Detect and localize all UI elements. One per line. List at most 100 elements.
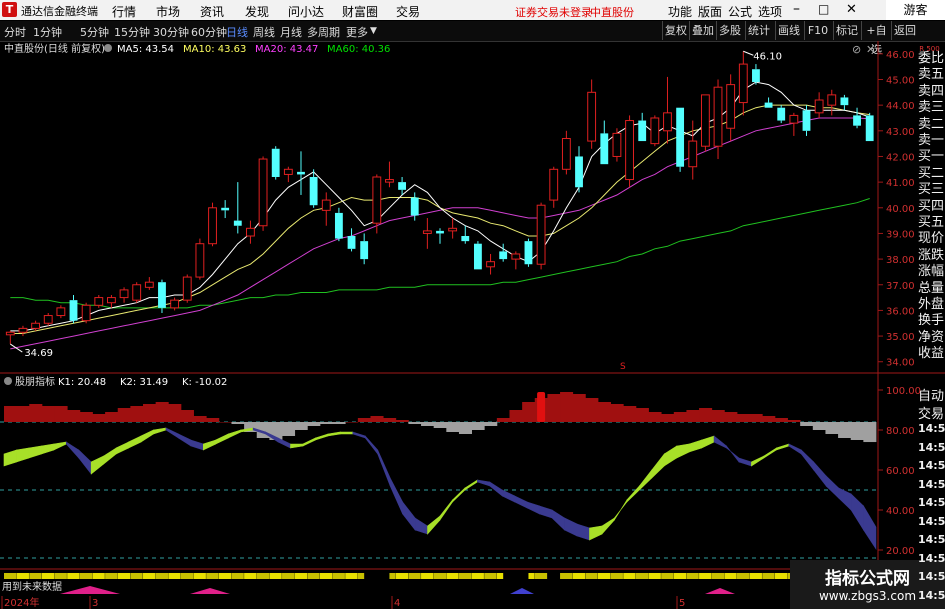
- close-icon[interactable]: ✕: [846, 2, 857, 17]
- candle[interactable]: [865, 112, 874, 142]
- candle[interactable]: [789, 112, 799, 136]
- candle[interactable]: [752, 64, 760, 85]
- f10-button[interactable]: F10: [804, 21, 831, 40]
- candle[interactable]: [448, 218, 458, 239]
- auto-trade-label[interactable]: 自动: [918, 385, 944, 404]
- candle[interactable]: [840, 94, 849, 111]
- candle[interactable]: [650, 115, 660, 147]
- menu-item-market[interactable]: 市场: [156, 3, 180, 20]
- candle[interactable]: [132, 282, 142, 303]
- overlay-button[interactable]: 叠加: [689, 21, 716, 40]
- candle[interactable]: [297, 151, 305, 195]
- mark-button[interactable]: 标记: [833, 21, 860, 40]
- candle[interactable]: [663, 76, 672, 144]
- period-weekly[interactable]: 周线: [253, 24, 275, 40]
- candle[interactable]: [81, 302, 91, 324]
- candle[interactable]: [638, 112, 647, 142]
- candle[interactable]: [94, 295, 104, 308]
- candle[interactable]: [410, 192, 419, 221]
- candle[interactable]: [372, 174, 382, 234]
- candle[interactable]: [69, 295, 78, 324]
- menu-item-discover[interactable]: 发现: [245, 3, 269, 20]
- candle[interactable]: [398, 176, 407, 195]
- candle[interactable]: [473, 241, 482, 270]
- candle[interactable]: [625, 115, 634, 188]
- candle[interactable]: [158, 279, 166, 313]
- candle[interactable]: [802, 105, 811, 136]
- menu-item-trade[interactable]: 交易: [396, 3, 420, 20]
- candle[interactable]: [561, 130, 571, 175]
- candle[interactable]: [144, 277, 154, 290]
- period-30min[interactable]: 30分钟: [153, 24, 189, 40]
- multi-stock-button[interactable]: 多股: [716, 21, 743, 40]
- candle[interactable]: [575, 146, 583, 193]
- candle[interactable]: [107, 295, 116, 308]
- period-daily[interactable]: 日线: [226, 24, 248, 40]
- menu-item-layout[interactable]: 版面: [698, 3, 722, 20]
- candle[interactable]: [119, 287, 129, 303]
- candle[interactable]: [360, 233, 369, 265]
- menu-item-function[interactable]: 功能: [668, 3, 692, 20]
- candle[interactable]: [18, 325, 28, 337]
- period-15min[interactable]: 15分钟: [114, 24, 150, 40]
- candle[interactable]: [511, 251, 521, 270]
- candle[interactable]: [271, 146, 280, 180]
- add-watchlist-button[interactable]: +自选: [861, 21, 891, 56]
- candle[interactable]: [321, 192, 331, 226]
- candle[interactable]: [436, 228, 444, 244]
- indicator-settings-icon[interactable]: [4, 377, 12, 385]
- period-1min[interactable]: 1分钟: [33, 24, 62, 40]
- candle[interactable]: [5, 330, 15, 345]
- candle[interactable]: [814, 92, 824, 118]
- menu-item-assistant[interactable]: 问小达: [288, 3, 324, 20]
- candle[interactable]: [195, 238, 205, 280]
- candle[interactable]: [738, 51, 748, 116]
- adjust-button[interactable]: 复权: [662, 21, 689, 40]
- period-intraday[interactable]: 分时: [4, 24, 26, 40]
- candle[interactable]: [182, 274, 192, 303]
- more-dropdown-icon[interactable]: ▼: [370, 26, 377, 36]
- candle[interactable]: [309, 169, 318, 208]
- period-60min[interactable]: 60分钟: [191, 24, 227, 40]
- zoom-out-icon[interactable]: ⊘: [852, 43, 861, 56]
- draw-line-button[interactable]: 画线: [775, 21, 802, 40]
- menu-item-options[interactable]: 选项: [758, 3, 782, 20]
- trade-login-warning[interactable]: 证券交易未登录: [515, 4, 592, 20]
- candle[interactable]: [170, 297, 180, 311]
- candle[interactable]: [43, 312, 53, 326]
- chart-settings-icon[interactable]: [104, 44, 112, 52]
- candle[interactable]: [208, 202, 217, 247]
- candle[interactable]: [461, 225, 470, 244]
- candle[interactable]: [853, 107, 861, 129]
- candle[interactable]: [31, 320, 41, 331]
- candle[interactable]: [246, 220, 255, 244]
- candle[interactable]: [676, 107, 685, 172]
- candle[interactable]: [258, 156, 268, 231]
- candle[interactable]: [422, 218, 432, 249]
- menu-item-quotes[interactable]: 行情: [112, 3, 136, 20]
- candle[interactable]: [486, 253, 495, 275]
- candle[interactable]: [612, 128, 622, 162]
- period-monthly[interactable]: 月线: [280, 24, 302, 40]
- period-more[interactable]: 更多: [346, 24, 368, 40]
- period-5min[interactable]: 5分钟: [80, 24, 109, 40]
- candle[interactable]: [524, 238, 533, 267]
- candle[interactable]: [764, 97, 773, 108]
- back-button[interactable]: 返回: [891, 21, 918, 40]
- candle[interactable]: [600, 120, 609, 165]
- candle[interactable]: [700, 94, 710, 152]
- candle[interactable]: [777, 105, 786, 124]
- minimize-icon[interactable]: –: [793, 1, 800, 17]
- candle[interactable]: [536, 202, 546, 270]
- candle[interactable]: [347, 228, 356, 252]
- candle[interactable]: [56, 305, 66, 319]
- candle[interactable]: [334, 207, 343, 242]
- candle[interactable]: [549, 166, 559, 208]
- guest-button[interactable]: 游客: [886, 0, 945, 20]
- menu-item-news[interactable]: 资讯: [200, 3, 224, 20]
- candle[interactable]: [221, 200, 230, 219]
- candle[interactable]: [233, 182, 242, 234]
- auto-trade-label[interactable]: 交易: [918, 403, 944, 422]
- candle[interactable]: [499, 243, 508, 262]
- candle[interactable]: [827, 89, 837, 116]
